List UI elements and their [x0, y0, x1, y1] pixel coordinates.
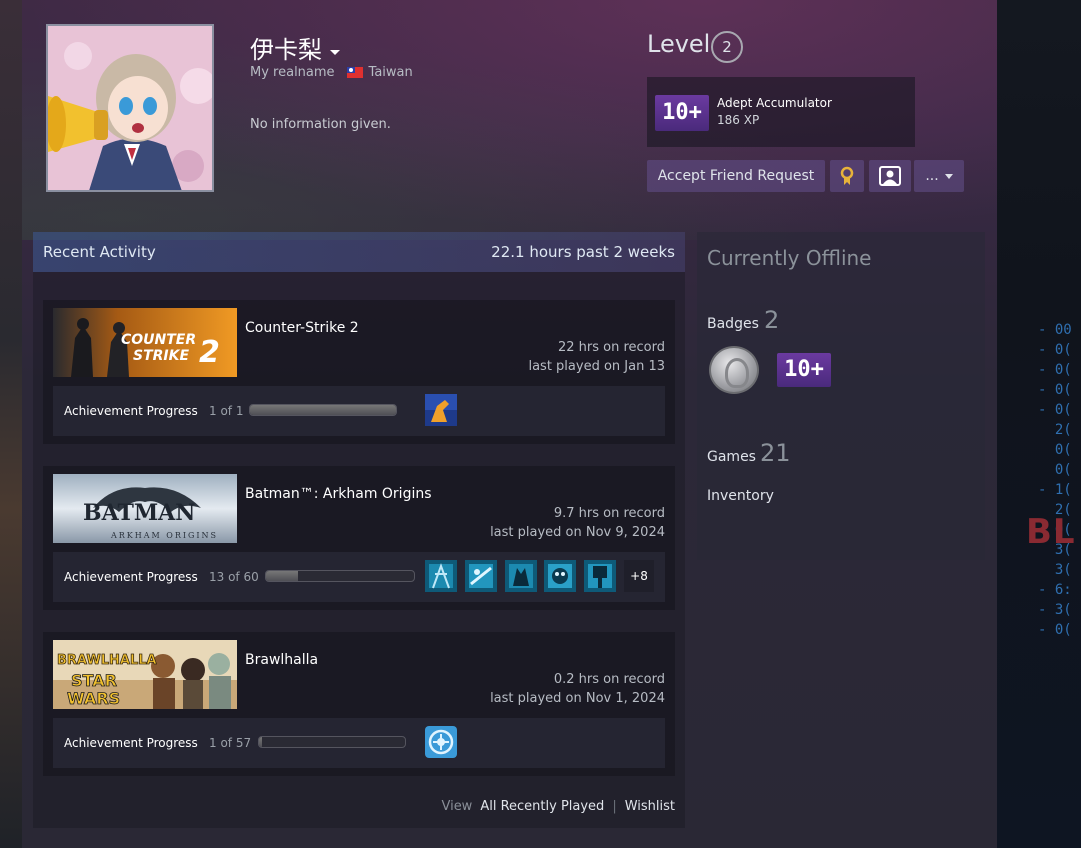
- game-capsule[interactable]: BATMAN ARKHAM ORIGINS: [53, 474, 237, 543]
- more-achievements-count[interactable]: +8: [624, 560, 654, 592]
- user-profile-icon: [879, 166, 901, 186]
- game-hours: 22 hrs on record: [557, 340, 665, 355]
- game-hours: 9.7 hrs on record: [553, 506, 665, 521]
- svg-text:COUNTER: COUNTER: [121, 332, 196, 348]
- svg-text:ARKHAM ORIGINS: ARKHAM ORIGINS: [110, 531, 218, 540]
- featured-badge-xp: 186 XP: [717, 113, 760, 127]
- featured-badge[interactable]: 10+: [647, 77, 915, 147]
- game-last-played: last played on Jan 13: [528, 359, 665, 374]
- wishlist-link[interactable]: Wishlist: [625, 799, 675, 814]
- achievement-progress-row[interactable]: Achievement Progress 13 of 60 +8: [53, 552, 665, 602]
- game-last-played: last played on Nov 1, 2024: [490, 691, 665, 706]
- game-name[interactable]: Counter-Strike 2: [245, 320, 359, 336]
- game-hours: 0.2 hrs on record: [553, 672, 665, 687]
- achievement-progress-label: Achievement Progress: [64, 736, 198, 750]
- background-matrix-digits: - 00 - 0( - 0( - 0( - 0( 2( 0( 0( - 1( 2…: [1038, 322, 1072, 638]
- recent-activity-title: Recent Activity: [43, 243, 156, 261]
- achievement-progress-row[interactable]: Achievement Progress 1 of 1: [53, 386, 665, 436]
- country: Taiwan: [368, 65, 413, 80]
- games-link[interactable]: Games: [707, 449, 756, 465]
- batman-achievement-icon[interactable]: [505, 560, 537, 592]
- achievement-progress-row[interactable]: Achievement Progress 1 of 57: [53, 718, 665, 768]
- achievement-progress-fill: [266, 571, 299, 581]
- achievement-progress-fill: [250, 405, 396, 415]
- award-icon: [840, 166, 854, 185]
- recent-activity-hours: 22.1 hours past 2 weeks: [491, 243, 675, 261]
- realname-row: My realname Taiwan: [250, 65, 413, 80]
- svg-text:STRIKE: STRIKE: [133, 348, 189, 364]
- counter-strike-2-capsule-image: COUNTER STRIKE 2: [53, 308, 237, 377]
- online-status: Currently Offline: [707, 246, 872, 270]
- game-card-batman-arkham-origins: BATMAN ARKHAM ORIGINS Batman™: Arkham Or…: [43, 466, 675, 610]
- batman-achievement-icon[interactable]: [465, 560, 497, 592]
- badges-link[interactable]: Badges: [707, 316, 759, 332]
- view-profile-button[interactable]: [869, 160, 911, 192]
- all-recently-played-link[interactable]: All Recently Played: [480, 799, 604, 814]
- batman-capsule-image: BATMAN ARKHAM ORIGINS: [53, 474, 237, 543]
- more-actions-button[interactable]: ...: [914, 160, 964, 192]
- view-label: View: [441, 799, 473, 814]
- persona-name-text: 伊卡梨: [250, 36, 322, 64]
- avatar[interactable]: [46, 24, 214, 192]
- more-actions-label: ...: [925, 168, 939, 184]
- level-badge[interactable]: 2: [711, 31, 743, 63]
- achievement-count: 13 of 60: [209, 570, 259, 584]
- svg-text:BATMAN: BATMAN: [83, 500, 195, 526]
- brawlhalla-capsule-image: BRAWLHALLA STAR WARS: [53, 640, 237, 709]
- batman-achievement-icon[interactable]: [584, 560, 616, 592]
- badge-10plus-icon: 10+: [655, 95, 709, 131]
- game-capsule[interactable]: BRAWLHALLA STAR WARS: [53, 640, 237, 709]
- svg-text:WARS: WARS: [67, 689, 120, 708]
- game-name[interactable]: Brawlhalla: [245, 652, 318, 668]
- svg-text:STAR: STAR: [71, 671, 117, 690]
- chevron-down-icon[interactable]: [330, 50, 340, 55]
- recent-activity-header: Recent Activity 22.1 hours past 2 weeks: [33, 232, 685, 272]
- avatar-image: [48, 26, 212, 190]
- background-art-left: [0, 0, 22, 848]
- award-button[interactable]: [830, 160, 864, 192]
- coin-badge-icon[interactable]: [709, 346, 759, 394]
- achievement-progress-bar: [265, 570, 415, 582]
- batman-achievement-icon[interactable]: [425, 560, 457, 592]
- profile-summary: No information given.: [250, 117, 391, 132]
- brawlhalla-achievement-icon[interactable]: [425, 726, 457, 758]
- achievement-count: 1 of 1: [209, 404, 244, 418]
- game-card-counter-strike-2: COUNTER STRIKE 2 Counter-Strike 2 22 hrs…: [43, 300, 675, 444]
- achievement-progress-label: Achievement Progress: [64, 570, 198, 584]
- svg-text:BRAWLHALLA: BRAWLHALLA: [57, 653, 157, 668]
- footer-separator: |: [612, 799, 617, 814]
- achievement-progress-bar: [258, 736, 406, 748]
- persona-name[interactable]: 伊卡梨: [250, 30, 340, 65]
- achievement-progress-bar: [249, 404, 397, 416]
- achievement-count: 1 of 57: [209, 736, 252, 750]
- game-last-played: last played on Nov 9, 2024: [490, 525, 665, 540]
- level-label: Level: [647, 30, 711, 58]
- recent-activity-footer: View All Recently Played | Wishlist: [441, 799, 675, 814]
- accept-friend-request-button[interactable]: Accept Friend Request: [647, 160, 825, 192]
- game-capsule[interactable]: COUNTER STRIKE 2: [53, 308, 237, 377]
- achievement-progress-label: Achievement Progress: [64, 404, 198, 418]
- achievement-progress-fill: [259, 737, 262, 747]
- svg-text:2: 2: [199, 335, 220, 370]
- chevron-down-icon: [944, 173, 953, 179]
- real-name: My realname: [250, 65, 335, 80]
- batman-achievement-icon[interactable]: [544, 560, 576, 592]
- cs-achievement-icon[interactable]: [425, 394, 457, 426]
- taiwan-flag-icon: [346, 67, 363, 78]
- profile-sidebar: Currently Offline Badges 2 10+ Games 21 …: [697, 232, 985, 560]
- cs-achievement-image: [425, 394, 457, 426]
- games-count[interactable]: 21: [760, 439, 791, 467]
- game-card-brawlhalla: BRAWLHALLA STAR WARS Brawlhalla 0.2 hrs …: [43, 632, 675, 776]
- inventory-link[interactable]: Inventory: [707, 488, 774, 504]
- badge-10plus-icon[interactable]: 10+: [777, 353, 831, 387]
- badges-count[interactable]: 2: [764, 306, 779, 334]
- game-name[interactable]: Batman™: Arkham Origins: [245, 486, 432, 502]
- featured-badge-name: Adept Accumulator: [717, 96, 832, 110]
- background-art-text: BL: [1026, 512, 1076, 552]
